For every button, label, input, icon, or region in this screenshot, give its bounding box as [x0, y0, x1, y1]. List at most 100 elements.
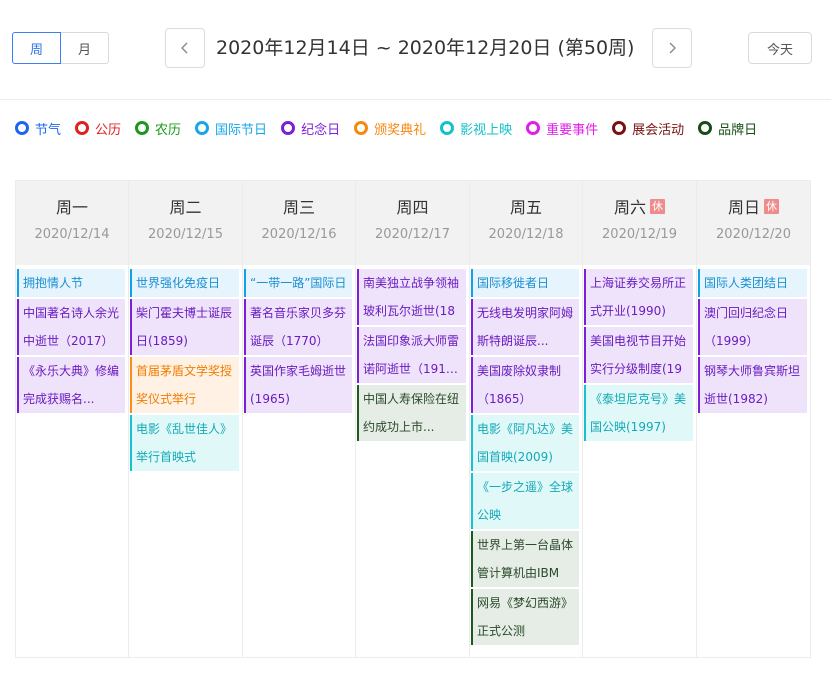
event-title: 柴门霍夫博士诞辰日(1859)	[136, 306, 233, 348]
calendar-event[interactable]: 世界强化免疫日	[130, 269, 239, 297]
day-header: 周四 2020/12/17	[356, 181, 469, 265]
calendar-event[interactable]: 电影《阿凡达》美国首映(2009)	[471, 415, 579, 471]
calendar-event[interactable]: 上海证券交易所正式开业(1990)	[584, 269, 693, 325]
event-title: 美国电视节目开始实行分级制度(1996)	[590, 334, 687, 376]
calendar-event[interactable]: 钢琴大师鲁宾斯坦逝世(1982)	[698, 357, 807, 413]
legend-item[interactable]: 纪念日	[281, 120, 341, 138]
weekday-name: 周一	[55, 198, 88, 217]
day-date: 2020/12/15	[148, 227, 223, 242]
calendar-event[interactable]: 无线电发明家阿姆斯特朗诞辰...	[471, 299, 579, 355]
event-title: 美国废除奴隶制（1865）	[477, 364, 562, 406]
legend-dot-icon	[15, 121, 29, 135]
legend-item[interactable]: 节气	[15, 120, 62, 138]
day-column: 周一 2020/12/14 拥抱情人节中国著名诗人余光中逝世（2017） 《永乐大典》…	[16, 181, 129, 657]
legend-dot-icon	[698, 121, 713, 135]
calendar-event[interactable]: 《一步之遥》全球公映	[471, 473, 579, 529]
calendar-event[interactable]: 柴门霍夫博士诞辰日(1859)	[130, 299, 239, 355]
event-title: 无线电发明家阿姆斯特朗诞辰...	[477, 306, 574, 348]
legend-item[interactable]: 重要事件	[526, 120, 599, 138]
legend-label: 国际节日	[215, 122, 268, 138]
weekday-name: 周二	[169, 198, 202, 217]
event-title: 电影《乱世佳人》举行首映式	[136, 422, 233, 464]
calendar-event[interactable]: 首届茅盾文学奖授奖仪式举行	[130, 357, 239, 413]
legend-item[interactable]: 国际节日	[195, 120, 268, 138]
event-title: 南美独立战争领袖玻利瓦尔逝世(1830)	[363, 276, 460, 318]
event-title: 钢琴大师鲁宾斯坦逝世(1982)	[704, 364, 801, 406]
day-column: 周三 2020/12/16 “一带一路”国际日著名音乐家贝多芬诞辰（1770） 英国作…	[243, 181, 356, 657]
day-column: 周六休 2020/12/19 上海证券交易所正式开业(1990) 美国电视节目开始实行…	[583, 181, 697, 657]
calendar-event[interactable]: 网易《梦幻西游》正式公测	[471, 589, 579, 645]
calendar-event[interactable]: 美国电视节目开始实行分级制度(1996)	[584, 327, 693, 383]
day-column: 周日休 2020/12/20 国际人类团结日澳门回归纪念日（1999） 钢琴大师鲁宾斯…	[697, 181, 810, 657]
event-title: 首届茅盾文学奖授奖仪式举行	[136, 364, 233, 406]
legend-label: 纪念日	[301, 122, 341, 138]
legend-item[interactable]: 农历	[135, 120, 182, 138]
week-view-button[interactable]: 周	[12, 32, 61, 64]
legend-item[interactable]: 展会活动	[612, 120, 685, 138]
event-title: 网易《梦幻西游》正式公测	[477, 596, 574, 638]
calendar-event[interactable]: 著名音乐家贝多芬诞辰（1770）	[244, 299, 352, 355]
calendar-event[interactable]: 法国印象派大师雷诺阿逝世（1919）	[357, 327, 466, 383]
legend-label: 颁奖典礼	[374, 122, 427, 138]
day-header: 周日休 2020/12/20	[697, 181, 810, 265]
calendar-event[interactable]: 美国废除奴隶制（1865）	[471, 357, 579, 413]
day-header: 周一 2020/12/14	[16, 181, 128, 265]
event-title: 《泰坦尼克号》美国公映(1997)	[590, 392, 687, 434]
prev-week-button[interactable]	[165, 28, 205, 68]
calendar-event[interactable]: 澳门回归纪念日（1999）	[698, 299, 807, 355]
weekday-name: 周四	[396, 198, 429, 217]
day-date: 2020/12/18	[488, 227, 564, 242]
calendar-event[interactable]: 世界上第一台晶体管计算机由IBM制...	[471, 531, 579, 587]
legend-label: 展会活动	[632, 122, 685, 138]
event-title: 上海证券交易所正式开业(1990)	[590, 276, 687, 318]
legend-label: 农历	[155, 122, 182, 138]
calendar-event[interactable]: 《永乐大典》修编完成获赐名...	[17, 357, 125, 413]
event-title: 世界强化免疫日	[136, 276, 221, 290]
month-view-button[interactable]: 月	[61, 32, 109, 64]
event-title: 国际人类团结日	[704, 276, 789, 290]
calendar-event[interactable]: 国际移徙者日	[471, 269, 579, 297]
calendar-event[interactable]: “一带一路”国际日	[244, 269, 352, 297]
day-date: 2020/12/16	[261, 227, 337, 242]
day-date: 2020/12/14	[34, 227, 110, 242]
day-header: 周二 2020/12/15	[129, 181, 242, 265]
holiday-rest-badge: 休	[764, 198, 779, 214]
legend-item[interactable]: 品牌日	[698, 120, 758, 138]
event-title: 《一步之遥》全球公映	[477, 480, 574, 522]
day-header: 周三 2020/12/16	[243, 181, 355, 265]
calendar-event[interactable]: 英国作家毛姆逝世(1965)	[244, 357, 352, 413]
event-title: 法国印象派大师雷诺阿逝世（1919）	[363, 334, 462, 376]
next-week-button[interactable]	[652, 28, 692, 68]
event-title: “一带一路”国际日	[250, 276, 347, 290]
day-header: 周六休 2020/12/19	[583, 181, 696, 265]
calendar-event[interactable]: 中国人寿保险在纽约成功上市...	[357, 385, 466, 441]
calendar-event[interactable]: 电影《乱世佳人》举行首映式	[130, 415, 239, 471]
calendar-event[interactable]: 南美独立战争领袖玻利瓦尔逝世(1830)	[357, 269, 466, 325]
legend-label: 影视上映	[460, 122, 513, 138]
today-button[interactable]: 今天	[748, 32, 812, 64]
event-title: 中国人寿保险在纽约成功上市...	[363, 392, 460, 434]
legend-item[interactable]: 公历	[75, 120, 121, 138]
weekday-name: 周三	[282, 198, 315, 217]
event-title: 拥抱情人节	[23, 276, 84, 290]
event-title: 电影《阿凡达》美国首映(2009)	[477, 422, 574, 464]
legend-dot-icon	[281, 121, 296, 135]
day-date: 2020/12/20	[716, 227, 791, 242]
weekday-name: 周六休	[613, 198, 665, 217]
day-date: 2020/12/17	[375, 227, 450, 242]
view-switch: 周 月	[12, 32, 109, 64]
legend-item[interactable]: 颁奖典礼	[354, 120, 427, 138]
legend-label: 品牌日	[718, 122, 758, 138]
calendar-event[interactable]: 拥抱情人节	[17, 269, 125, 297]
calendar-event[interactable]: 国际人类团结日	[698, 269, 807, 297]
calendar-event[interactable]: 《泰坦尼克号》美国公映(1997)	[584, 385, 693, 441]
legend-label: 节气	[35, 122, 62, 138]
day-column: 周五 2020/12/18 国际移徙者日无线电发明家阿姆斯特朗诞辰... 美国废除奴隶…	[470, 181, 583, 657]
day-header: 周五 2020/12/18	[470, 181, 582, 265]
event-title: 著名音乐家贝多芬诞辰（1770）	[250, 306, 347, 348]
legend-label: 重要事件	[546, 122, 599, 138]
calendar-event[interactable]: 中国著名诗人余光中逝世（2017）	[17, 299, 125, 355]
weekday-name: 周日休	[727, 198, 779, 217]
legend-dot-icon	[135, 121, 150, 135]
legend-item[interactable]: 影视上映	[440, 120, 513, 138]
